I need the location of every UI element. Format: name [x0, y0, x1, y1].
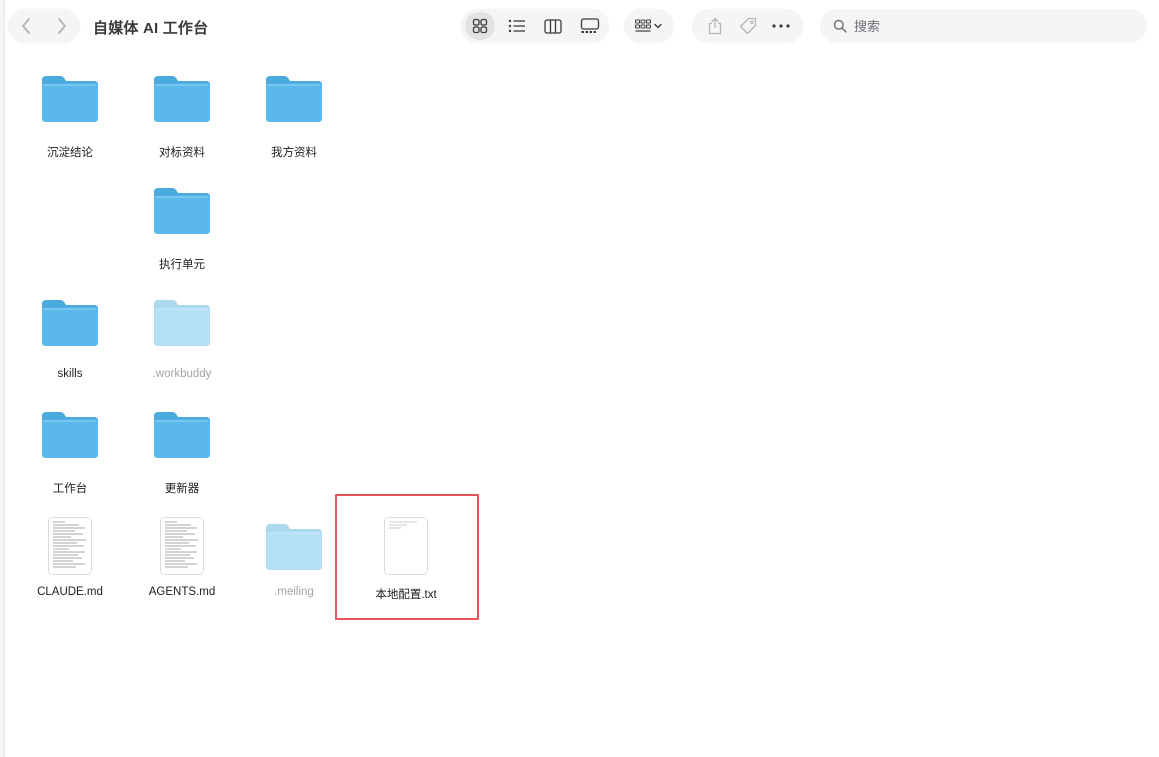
item-label: 沉淀结论: [47, 147, 93, 159]
folder-icon: [264, 522, 324, 572]
item-label: .workbuddy: [152, 368, 212, 380]
folder-icon: [152, 74, 212, 124]
sidebar-edge: [0, 0, 5, 757]
gallery-view-icon: [580, 18, 600, 33]
back-button[interactable]: [11, 12, 41, 40]
item-label: .meiling: [274, 586, 314, 598]
list-view-button[interactable]: [502, 12, 532, 40]
icon-view-icon: [472, 18, 488, 34]
folder-icon: [152, 298, 212, 348]
column-view-button[interactable]: [538, 12, 568, 40]
folder-icon: [40, 410, 100, 460]
search-box[interactable]: [820, 9, 1147, 43]
item-label: 执行单元: [159, 259, 205, 271]
hidden-folder-item[interactable]: .meiling: [244, 522, 344, 632]
folder-icon: [264, 74, 324, 124]
share-icon: [708, 17, 721, 35]
actions-group: [692, 9, 803, 43]
folder-item[interactable]: 沉淀结论: [20, 74, 120, 184]
folder-item[interactable]: skills: [20, 298, 120, 408]
gallery-view-button[interactable]: [575, 12, 605, 40]
item-label: 我方资料: [271, 147, 317, 159]
group-by-group: [624, 9, 674, 43]
file-item[interactable]: 本地配置.txt: [356, 516, 456, 626]
folder-icon: [40, 298, 100, 348]
file-item[interactable]: AGENTS.md: [132, 516, 232, 626]
chevron-right-icon: [58, 18, 66, 34]
chevron-left-icon: [22, 18, 30, 34]
folder-item[interactable]: 执行单元: [132, 186, 232, 296]
markdown-document-icon: [159, 516, 205, 576]
folder-icon: [40, 74, 100, 124]
list-view-icon: [508, 19, 525, 33]
window-title: 自媒体 AI 工作台: [93, 20, 209, 37]
tag-button[interactable]: [733, 12, 763, 40]
folder-icon: [152, 410, 212, 460]
hidden-folder-item[interactable]: .workbuddy: [132, 298, 232, 408]
icon-view-button[interactable]: [465, 12, 495, 40]
folder-item[interactable]: 我方资料: [244, 74, 344, 184]
markdown-document-icon: [47, 516, 93, 576]
group-by-icon: [635, 19, 662, 32]
item-label: 工作台: [52, 483, 88, 495]
tag-icon: [739, 17, 756, 35]
search-input[interactable]: [854, 18, 1134, 34]
share-button[interactable]: [700, 12, 730, 40]
text-document-icon: [383, 516, 429, 576]
folder-item[interactable]: 对标资料: [132, 74, 232, 184]
file-item[interactable]: CLAUDE.md: [20, 516, 120, 626]
search-icon: [832, 18, 848, 34]
folder-icon: [152, 186, 212, 236]
item-label: CLAUDE.md: [37, 586, 103, 598]
item-label: skills: [57, 368, 83, 380]
more-button[interactable]: [766, 12, 796, 40]
more-icon: [771, 24, 790, 28]
column-view-icon: [544, 18, 562, 34]
forward-button[interactable]: [47, 12, 77, 40]
item-label: 更新器: [164, 483, 200, 495]
folder-item[interactable]: 更新器: [132, 410, 232, 520]
item-label: 对标资料: [159, 147, 205, 159]
group-by-button[interactable]: [627, 12, 671, 40]
folder-item[interactable]: 工作台: [20, 410, 120, 520]
navigation-group: [8, 9, 80, 43]
item-label: AGENTS.md: [148, 586, 216, 598]
item-label: 本地配置.txt: [375, 589, 437, 601]
view-mode-group: [461, 9, 609, 43]
